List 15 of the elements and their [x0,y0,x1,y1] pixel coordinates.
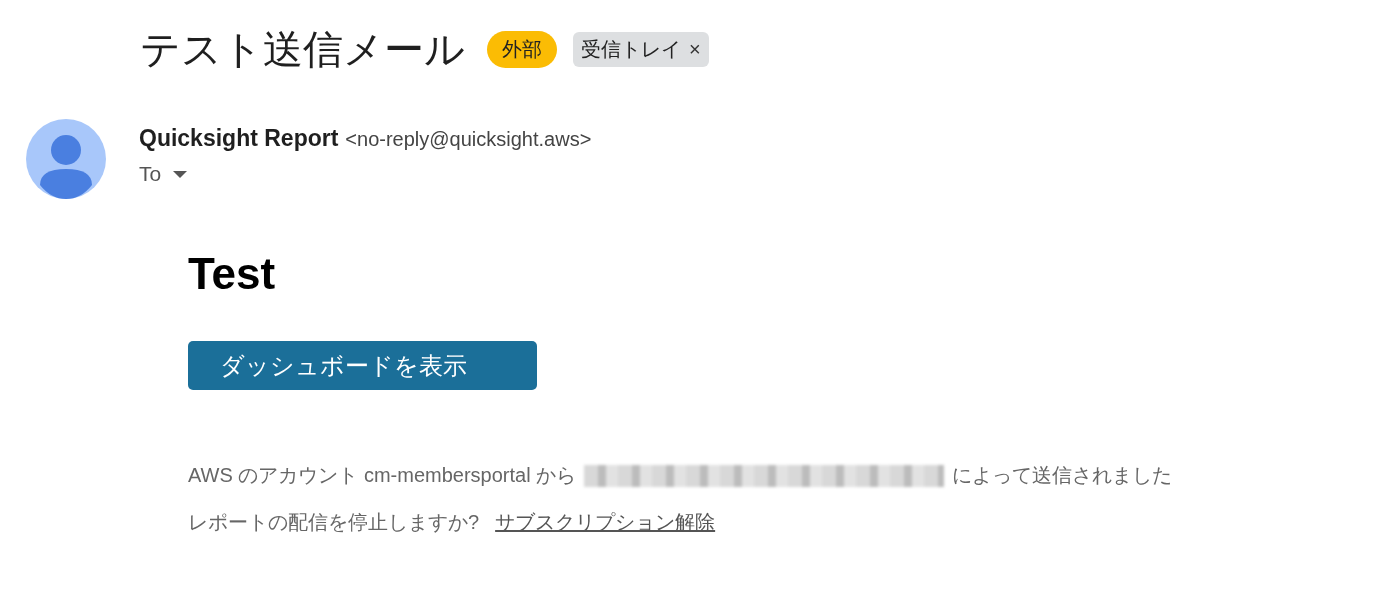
unsubscribe-link[interactable]: サブスクリプション解除 [495,509,716,536]
caret-icon [173,170,188,178]
sender-name: Quicksight Report [139,125,339,152]
message-heading: Test [188,249,277,299]
sender-address: <no-reply@quicksight.aws> [345,128,592,151]
recipients-dropdown[interactable]: To [139,162,188,186]
label-chip: 外部 [487,31,557,68]
avatar-icon [26,119,106,199]
label-text: 受信トレイ [581,37,681,62]
view-dashboard-button[interactable]: ダッシュボードを表示 [188,341,537,390]
email-subject: テスト送信メール [140,26,465,73]
remove-label-button[interactable]: × [689,38,701,61]
footer-text: レポートの配信を停止しますか? [188,510,480,535]
footer-text: によって送信されました [952,463,1173,488]
footer-text: AWS のアカウント cm-membersportal から [188,463,577,488]
